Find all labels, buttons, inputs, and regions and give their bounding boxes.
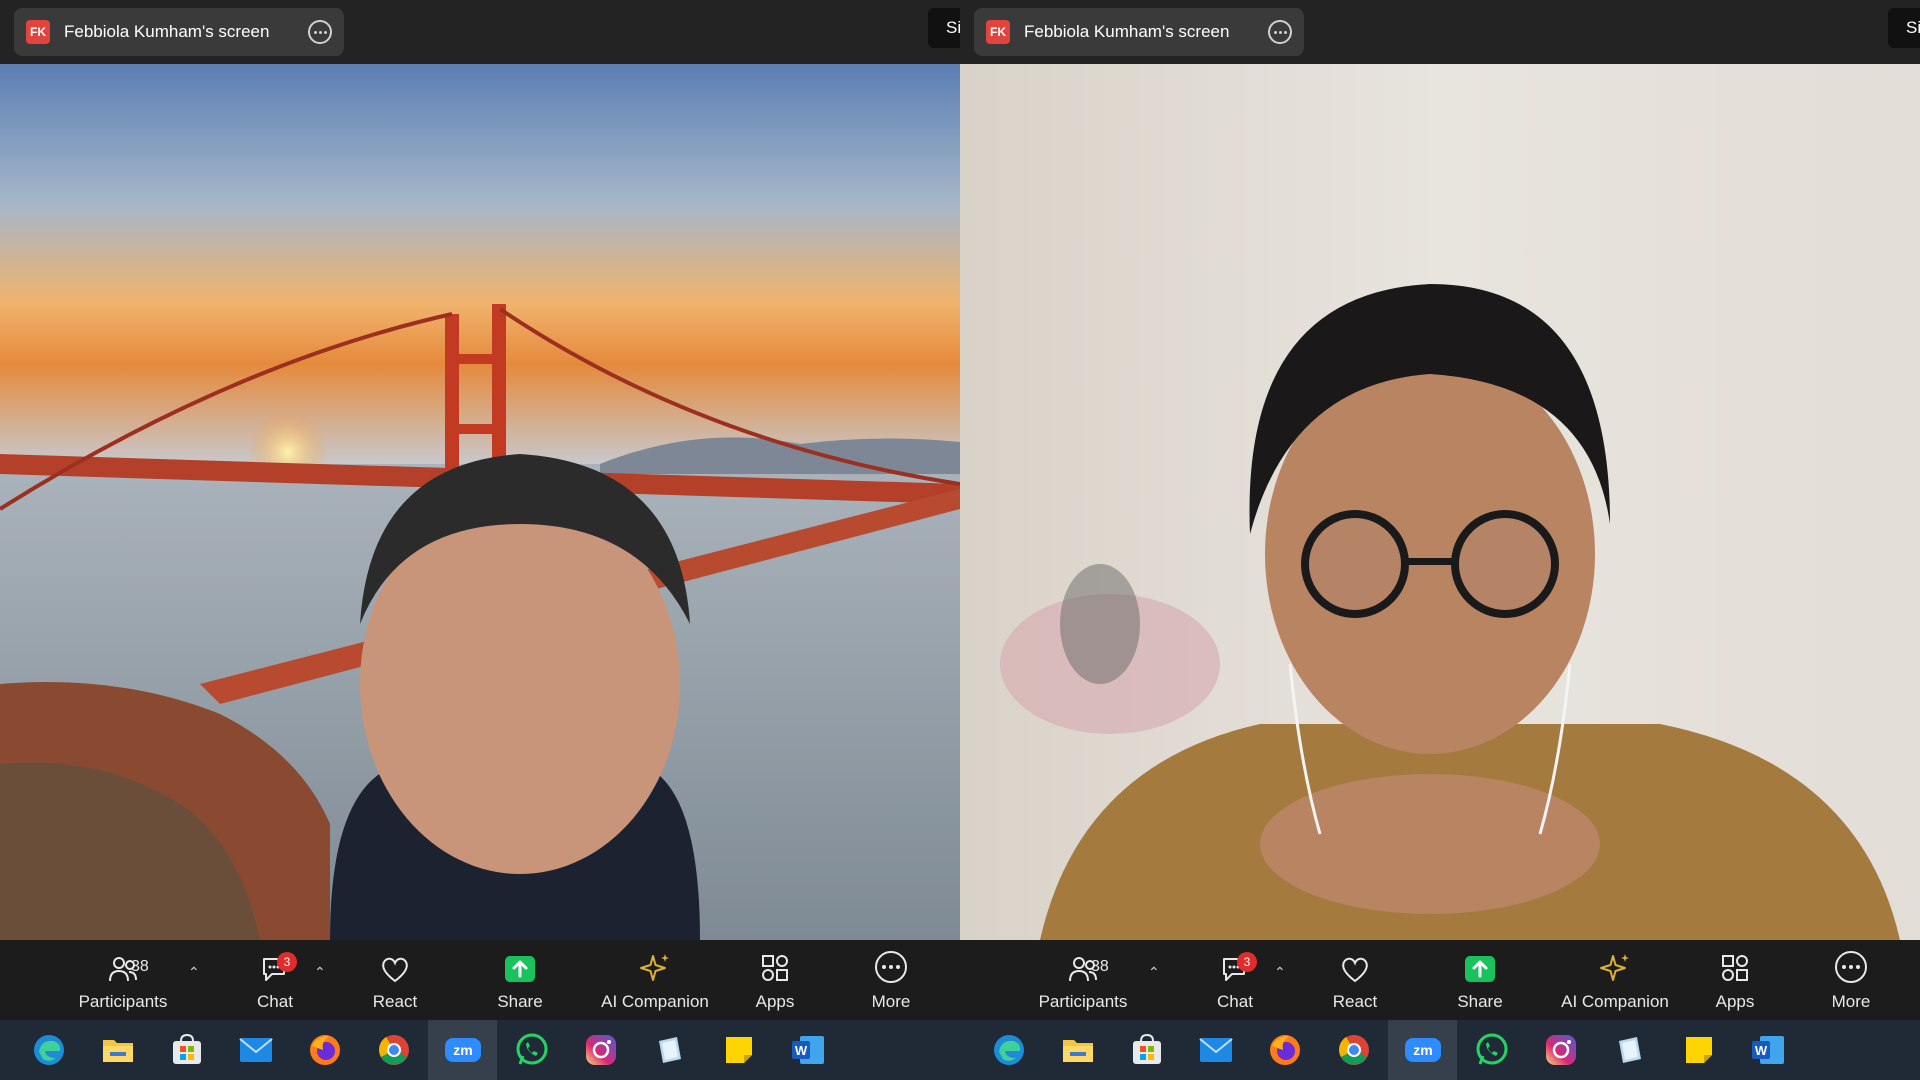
side-tab[interactable]: Si — [1888, 8, 1920, 48]
ai-companion-button[interactable]: AI Companion — [598, 940, 712, 1020]
more-button[interactable]: More — [866, 940, 916, 1020]
right-window: FK Febbiola Kumham's screen Si 38 Partic… — [960, 0, 1920, 1080]
instagram-icon[interactable] — [1526, 1020, 1595, 1080]
participants-label: Participants — [78, 992, 168, 1011]
participant-count: 38 — [131, 958, 149, 975]
top-bar: FK Febbiola Kumham's screen Si — [0, 0, 960, 64]
video-feed-person — [960, 64, 1920, 940]
svg-text:zm: zm — [1413, 1042, 1432, 1058]
avatar: FK — [986, 20, 1010, 44]
ai-companion-button[interactable]: AI Companion — [1558, 940, 1672, 1020]
firefox-icon[interactable] — [1250, 1020, 1319, 1080]
share-button[interactable]: Share — [495, 940, 545, 1020]
zoom-icon[interactable]: zm — [428, 1020, 497, 1080]
edge-icon[interactable] — [974, 1020, 1043, 1080]
share-title: Febbiola Kumham's screen — [1024, 22, 1230, 41]
more-options-icon[interactable] — [1268, 20, 1292, 44]
chat-label: Chat — [257, 992, 293, 1011]
apps-button[interactable]: Apps — [750, 940, 800, 1020]
video-feed-bridge — [0, 64, 960, 940]
edge-icon[interactable] — [14, 1020, 83, 1080]
chat-label: Chat — [1217, 992, 1253, 1011]
notes-icon[interactable] — [1595, 1020, 1664, 1080]
screen-share-indicator[interactable]: FK Febbiola Kumham's screen — [14, 8, 344, 56]
chat-badge: 3 — [277, 952, 297, 972]
share-label: Share — [1457, 992, 1503, 1011]
heart-icon — [382, 957, 408, 983]
sparkle-icon — [1600, 954, 1629, 981]
sticky-notes-icon[interactable] — [704, 1020, 773, 1080]
file-explorer-icon[interactable] — [1043, 1020, 1112, 1080]
participants-caret-icon[interactable]: ⌃ — [188, 964, 204, 980]
ai-companion-label: AI Companion — [1561, 992, 1669, 1011]
share-button[interactable]: Share — [1455, 940, 1505, 1020]
participants-label: Participants — [1038, 992, 1128, 1011]
more-icon — [875, 951, 907, 983]
more-label: More — [871, 992, 911, 1011]
svg-text:W: W — [1754, 1043, 1767, 1058]
share-title: Febbiola Kumham's screen — [64, 22, 270, 41]
heart-icon — [1342, 957, 1368, 983]
apps-icon — [762, 955, 788, 981]
windows-taskbar: zm W — [960, 1020, 1920, 1080]
react-button[interactable]: React — [1330, 940, 1380, 1020]
side-tab[interactable]: Si — [928, 8, 960, 48]
chat-button[interactable]: 3 Chat — [1210, 940, 1260, 1020]
participant-video — [960, 64, 1920, 940]
svg-text:zm: zm — [453, 1042, 472, 1058]
participant-video — [0, 64, 960, 940]
share-screen-icon — [505, 956, 535, 982]
participants-button[interactable]: 38 Participants — [78, 940, 168, 1020]
svg-text:W: W — [794, 1043, 807, 1058]
chrome-icon[interactable] — [359, 1020, 428, 1080]
participants-button[interactable]: 38 Participants — [1038, 940, 1128, 1020]
share-label: Share — [497, 992, 543, 1011]
screen-share-indicator[interactable]: FK Febbiola Kumham's screen — [974, 8, 1304, 56]
windows-taskbar: zm W — [0, 1020, 960, 1080]
sparkle-icon — [640, 954, 669, 981]
chrome-icon[interactable] — [1319, 1020, 1388, 1080]
apps-button[interactable]: Apps — [1710, 940, 1760, 1020]
top-bar: FK Febbiola Kumham's screen Si — [960, 0, 1920, 64]
notes-icon[interactable] — [635, 1020, 704, 1080]
whatsapp-icon[interactable] — [1457, 1020, 1526, 1080]
word-icon[interactable]: W — [773, 1020, 842, 1080]
apps-icon — [1722, 955, 1748, 981]
participants-caret-icon[interactable]: ⌃ — [1148, 964, 1164, 980]
more-options-icon[interactable] — [308, 20, 332, 44]
meeting-controls: 38 Participants ⌃ 3 Chat ⌃ React Share A… — [960, 940, 1920, 1020]
meeting-controls: 38 Participants ⌃ 3 Chat ⌃ React Share A… — [0, 940, 960, 1020]
zoom-icon[interactable]: zm — [1388, 1020, 1457, 1080]
more-icon — [1835, 951, 1867, 983]
apps-label: Apps — [1715, 992, 1755, 1011]
avatar: FK — [26, 20, 50, 44]
chat-badge: 3 — [1237, 952, 1257, 972]
mail-icon[interactable] — [221, 1020, 290, 1080]
chat-caret-icon[interactable]: ⌃ — [1274, 964, 1290, 980]
react-label: React — [1332, 992, 1378, 1011]
whatsapp-icon[interactable] — [497, 1020, 566, 1080]
apps-label: Apps — [755, 992, 795, 1011]
more-label: More — [1831, 992, 1871, 1011]
file-explorer-icon[interactable] — [83, 1020, 152, 1080]
store-icon[interactable] — [1112, 1020, 1181, 1080]
mail-icon[interactable] — [1181, 1020, 1250, 1080]
chat-caret-icon[interactable]: ⌃ — [314, 964, 330, 980]
instagram-icon[interactable] — [566, 1020, 635, 1080]
sticky-notes-icon[interactable] — [1664, 1020, 1733, 1080]
firefox-icon[interactable] — [290, 1020, 359, 1080]
store-icon[interactable] — [152, 1020, 221, 1080]
left-window: FK Febbiola Kumham's screen Si 38 Partic… — [0, 0, 960, 1080]
react-button[interactable]: React — [370, 940, 420, 1020]
share-screen-icon — [1465, 956, 1495, 982]
participant-count: 38 — [1091, 958, 1109, 975]
word-icon[interactable]: W — [1733, 1020, 1802, 1080]
react-label: React — [372, 992, 418, 1011]
more-button[interactable]: More — [1826, 940, 1876, 1020]
ai-companion-label: AI Companion — [601, 992, 709, 1011]
chat-button[interactable]: 3 Chat — [250, 940, 300, 1020]
